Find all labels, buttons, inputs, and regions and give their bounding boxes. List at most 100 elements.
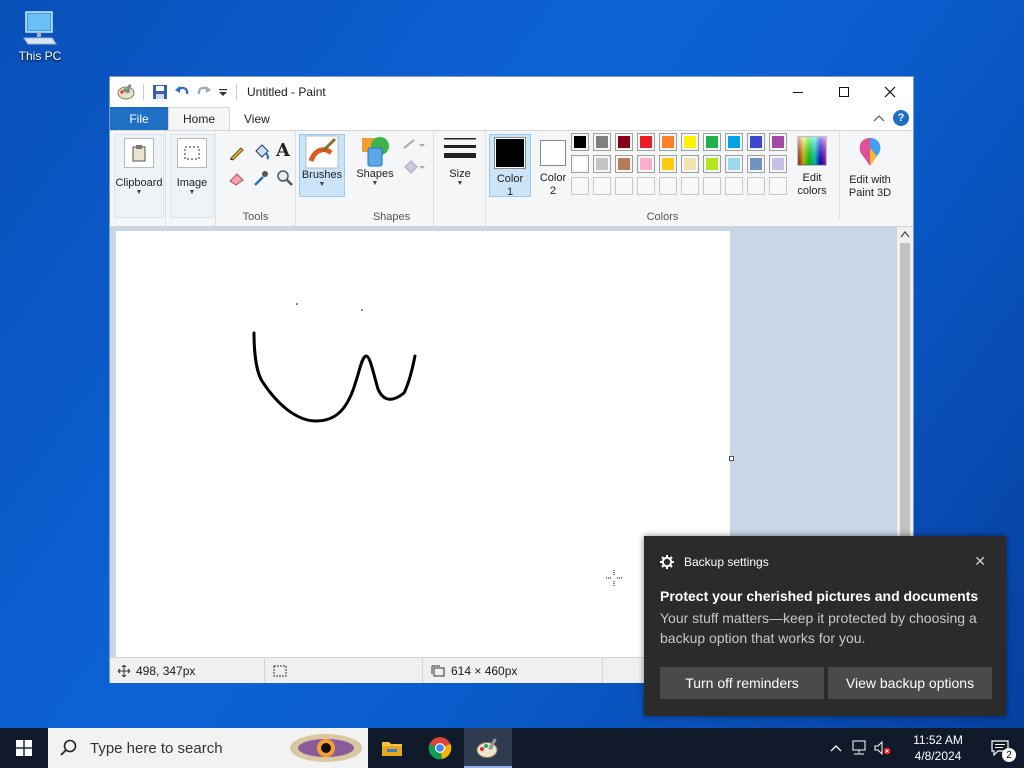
- tab-view[interactable]: View: [230, 107, 284, 130]
- clipboard-label: Clipboard: [115, 177, 163, 189]
- custom-color-slot[interactable]: [571, 177, 589, 195]
- edit-colors-line1: Edit: [802, 172, 822, 184]
- brushes-label: Brushes: [301, 169, 343, 181]
- color2-button[interactable]: Color 2: [533, 134, 573, 198]
- swatch-color: [706, 158, 718, 170]
- custom-color-slot[interactable]: [747, 177, 765, 195]
- view-backup-options-button[interactable]: View backup options: [828, 667, 992, 699]
- start-button[interactable]: [0, 728, 48, 768]
- this-pc-desktop-icon[interactable]: This PC: [14, 8, 66, 63]
- close-icon: [884, 86, 896, 98]
- edit-with-paint3d-button[interactable]: Edit with Paint 3D: [842, 134, 898, 200]
- palette-swatch[interactable]: [725, 133, 743, 151]
- palette-swatch[interactable]: [769, 155, 787, 173]
- toast-heading: Protect your cherished pictures and docu…: [660, 588, 979, 604]
- resize-handle-right[interactable]: [729, 456, 734, 461]
- search-icon: [60, 739, 77, 756]
- custom-color-slot[interactable]: [637, 177, 655, 195]
- palette-swatch[interactable]: [769, 133, 787, 151]
- custom-color-slot[interactable]: [593, 177, 611, 195]
- toast-close-button[interactable]: ✕: [974, 553, 986, 570]
- eraser-icon[interactable]: [228, 169, 246, 187]
- taskbar-clock[interactable]: 11:52 AM 4/8/2024: [900, 732, 976, 764]
- maximize-button[interactable]: [821, 77, 867, 107]
- custom-color-slot[interactable]: [659, 177, 677, 195]
- custom-color-slot[interactable]: [615, 177, 633, 195]
- outline-icon[interactable]: [402, 137, 428, 151]
- shapes-group: Shapes ▼ Shapes: [350, 131, 434, 226]
- palette-swatch[interactable]: [637, 155, 655, 173]
- shapes-icon: [362, 137, 389, 167]
- cursor-position-cell: 498, 347px: [110, 658, 265, 683]
- collapse-ribbon-icon[interactable]: [873, 113, 885, 123]
- palette-swatch[interactable]: [593, 155, 611, 173]
- palette-swatch[interactable]: [703, 155, 721, 173]
- clipboard-button[interactable]: Clipboard ▼: [114, 134, 164, 218]
- chevron-down-icon: ▼: [456, 180, 464, 187]
- swatch-color: [662, 158, 674, 170]
- palette-swatch[interactable]: [571, 133, 589, 151]
- paint3d-label: Edit with Paint 3D: [842, 174, 898, 200]
- palette-swatch[interactable]: [747, 133, 765, 151]
- palette-swatch[interactable]: [593, 133, 611, 151]
- taskbar-search-box[interactable]: Type here to search: [48, 728, 368, 768]
- custom-color-slot[interactable]: [681, 177, 699, 195]
- volume-muted-icon[interactable]: [874, 740, 892, 756]
- palette-swatch[interactable]: [615, 133, 633, 151]
- palette-swatch[interactable]: [659, 133, 677, 151]
- text-tool-icon[interactable]: A: [276, 140, 290, 161]
- drawing-canvas[interactable]: [116, 231, 730, 657]
- edit-colors-button[interactable]: Edit colors: [790, 134, 834, 198]
- paint-app-icon[interactable]: [117, 83, 135, 101]
- canvas-size-cell: 614 × 460px: [423, 658, 603, 683]
- pencil-icon[interactable]: [228, 143, 246, 161]
- move-cursor-icon: [118, 664, 130, 677]
- custom-color-slot[interactable]: [725, 177, 743, 195]
- image-button[interactable]: Image ▼: [170, 134, 214, 218]
- taskbar-file-explorer[interactable]: [368, 728, 416, 768]
- paint3d-line2: Paint 3D: [848, 187, 892, 199]
- fill-icon[interactable]: [402, 159, 428, 175]
- palette-swatch[interactable]: [659, 155, 677, 173]
- taskbar-chrome[interactable]: [416, 728, 464, 768]
- minimize-button[interactable]: [775, 77, 821, 107]
- custom-color-slot[interactable]: [703, 177, 721, 195]
- scroll-up-icon[interactable]: [900, 230, 910, 238]
- turn-off-reminders-button[interactable]: Turn off reminders: [660, 667, 824, 699]
- shapes-button[interactable]: Shapes ▼: [354, 134, 396, 188]
- palette-swatch[interactable]: [637, 133, 655, 151]
- paint-icon: [476, 738, 498, 758]
- size-button[interactable]: Size ▼: [438, 134, 482, 188]
- redo-icon[interactable]: [196, 84, 212, 100]
- palette-swatch[interactable]: [725, 155, 743, 173]
- close-button[interactable]: [867, 77, 913, 107]
- palette-swatch[interactable]: [681, 155, 699, 173]
- tab-file[interactable]: File: [110, 107, 168, 130]
- ribbon: Clipboard ▼ Image ▼ A Tools Brushes ▼ Sh…: [110, 130, 913, 227]
- tab-home[interactable]: Home: [168, 107, 231, 130]
- color1-button[interactable]: Color 1: [489, 134, 531, 198]
- taskbar-paint[interactable]: [464, 728, 512, 768]
- custom-color-slot[interactable]: [769, 177, 787, 195]
- chevron-up-icon[interactable]: [830, 744, 842, 752]
- undo-icon[interactable]: [174, 84, 190, 100]
- save-icon[interactable]: [152, 84, 168, 100]
- line-size-icon: [444, 138, 476, 158]
- palette-swatch[interactable]: [703, 133, 721, 151]
- magnifier-icon[interactable]: [276, 169, 294, 187]
- swatch-color: [574, 136, 586, 148]
- help-button[interactable]: ?: [893, 110, 909, 126]
- gear-icon: [660, 555, 674, 569]
- customize-qat-icon[interactable]: [218, 84, 228, 100]
- palette-swatch[interactable]: [681, 133, 699, 151]
- palette-swatch[interactable]: [747, 155, 765, 173]
- palette-swatch[interactable]: [615, 155, 633, 173]
- action-center-button[interactable]: 2: [976, 728, 1024, 768]
- brushes-button[interactable]: Brushes ▼: [299, 134, 345, 197]
- fill-bucket-icon[interactable]: [252, 143, 270, 161]
- palette-swatch[interactable]: [571, 155, 589, 173]
- color-picker-icon[interactable]: [252, 169, 270, 187]
- network-icon[interactable]: [850, 740, 868, 756]
- ribbon-tabs: File Home View ?: [110, 107, 913, 130]
- scrollbar-thumb[interactable]: [900, 243, 910, 543]
